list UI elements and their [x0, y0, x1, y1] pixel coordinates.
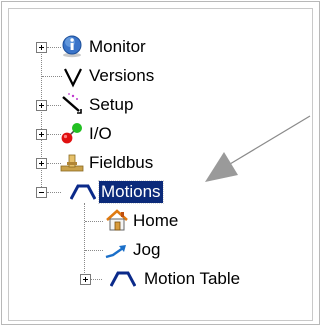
motion-profile-icon: [110, 271, 136, 287]
window-frame: Monitor Versions Setup I/O Fieldbus Moti…: [1, 1, 320, 325]
tree-node-label[interactable]: Motions: [98, 180, 164, 204]
tree-node-label[interactable]: Motion Table: [142, 268, 242, 290]
expand-toggle[interactable]: [36, 158, 47, 169]
tree-connector: [90, 279, 102, 280]
expand-toggle[interactable]: [80, 274, 91, 285]
io-pins-icon: [61, 123, 82, 144]
fieldbus-icon: [60, 154, 84, 172]
tree-node-label[interactable]: I/O: [87, 123, 114, 145]
expand-toggle[interactable]: [36, 129, 47, 140]
tree-connector: [85, 221, 103, 222]
setup-wand-icon: [62, 93, 82, 114]
versions-v-icon: [64, 68, 82, 88]
tree-node-label[interactable]: Versions: [87, 65, 156, 87]
info-icon: [62, 35, 82, 58]
tree-connector: [41, 47, 42, 197]
expand-toggle[interactable]: [36, 42, 47, 53]
navigation-tree[interactable]: Monitor Versions Setup I/O Fieldbus Moti…: [9, 9, 312, 320]
tree-node-label[interactable]: Fieldbus: [87, 152, 155, 174]
tree-node-label[interactable]: Jog: [131, 239, 162, 261]
expand-toggle[interactable]: [36, 100, 47, 111]
collapse-toggle[interactable]: [36, 187, 47, 198]
tree-connector: [84, 203, 85, 275]
tree-node-label[interactable]: Monitor: [87, 36, 148, 58]
motion-profile-icon: [70, 184, 96, 200]
tree-panel: Monitor Versions Setup I/O Fieldbus Moti…: [8, 8, 313, 321]
tree-connector: [85, 250, 103, 251]
tree-node-label[interactable]: Setup: [87, 94, 135, 116]
tree-node-label[interactable]: Home: [131, 210, 180, 232]
home-icon: [106, 209, 128, 231]
tree-connector: [47, 192, 61, 193]
jog-arrow-icon: [105, 245, 126, 259]
tree-connector: [42, 76, 62, 77]
